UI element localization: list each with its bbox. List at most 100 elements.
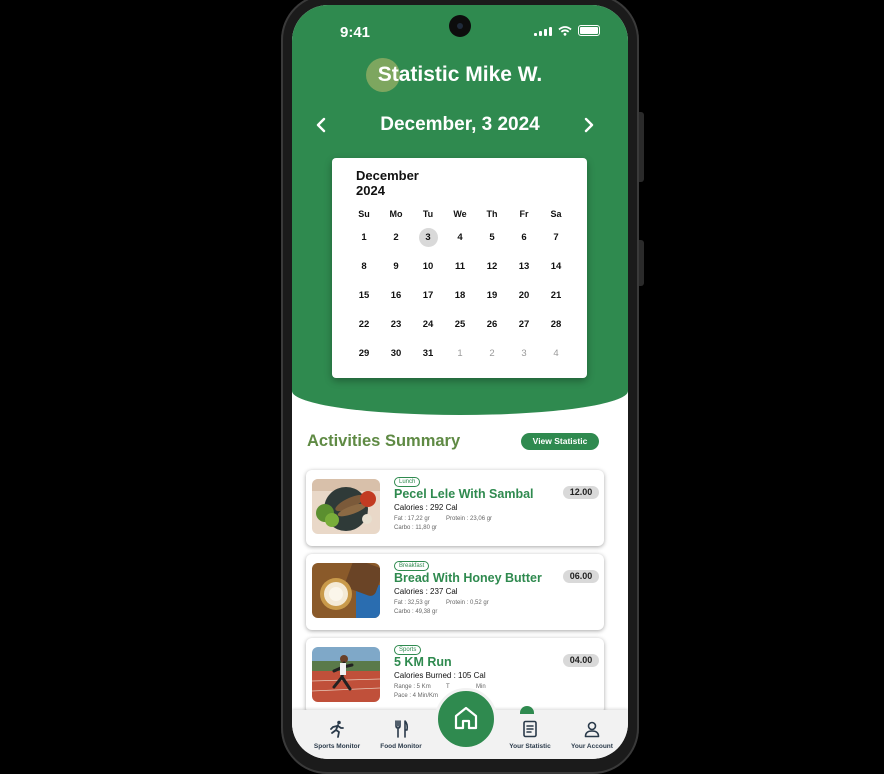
weekday-label: Sa (550, 209, 562, 219)
phone-screen: 9:41 Statistic Mike W. December, 3 2024 … (292, 5, 628, 759)
weekday-label: We (453, 209, 467, 219)
document-icon (523, 720, 537, 738)
nav-label: Sports Monitor (313, 743, 361, 750)
calendar-day[interactable]: 28 (540, 310, 572, 339)
calendar-day[interactable]: 22 (348, 310, 380, 339)
activity-carbo: Carbo : 11,80 gr (394, 525, 437, 531)
activity-calories: Calories : 292 Cal (394, 503, 458, 512)
calendar-day[interactable]: 9 (380, 252, 412, 281)
calendar-day[interactable]: 4 (444, 223, 476, 252)
calendar-day[interactable]: 20 (508, 281, 540, 310)
activity-name: Bread With Honey Butter (394, 571, 542, 585)
activity-tag: Lunch (394, 477, 421, 487)
calendar-day[interactable]: 13 (508, 252, 540, 281)
calendar-day-next-month[interactable]: 1 (444, 339, 476, 368)
calendar-day[interactable]: 31 (412, 339, 444, 368)
nav-your-statistic[interactable]: Your Statistic (497, 710, 563, 759)
calendar-day[interactable]: 14 (540, 252, 572, 281)
activity-name: 5 KM Run (394, 655, 452, 669)
calendar-day[interactable]: 17 (412, 281, 444, 310)
calendar-day[interactable]: 6 (508, 223, 540, 252)
calendar-day[interactable]: 16 (380, 281, 412, 310)
weekday-label: Tu (422, 209, 434, 219)
calendar-day[interactable]: 21 (540, 281, 572, 310)
calendar-grid: Su Mo Tu We Th Fr Sa 1 2 3 4 5 6 7 8 9 10 11 12 13 14 15 16 17 1… (348, 205, 572, 368)
activity-protein: Protein : 0,52 gr (446, 600, 489, 606)
calendar-day[interactable]: 27 (508, 310, 540, 339)
calendar-day[interactable]: 24 (412, 310, 444, 339)
chevron-right-icon[interactable] (578, 114, 600, 136)
calendar-day[interactable]: 5 (476, 223, 508, 252)
calendar-day-selected[interactable]: 3 (412, 223, 444, 252)
view-statistic-button[interactable]: View Statistic (521, 433, 599, 450)
activity-time-unit: Min (476, 684, 486, 690)
activity-pace: Pace : 4 Min/Km (394, 693, 439, 699)
active-indicator (520, 706, 534, 714)
calendar-day[interactable]: 1 (348, 223, 380, 252)
status-icons (534, 25, 600, 36)
nav-label: Your Account (571, 743, 613, 750)
nav-sports-monitor[interactable]: Sports Monitor (304, 710, 370, 759)
time-badge: 06.00 (563, 570, 599, 583)
sport-image (312, 647, 380, 702)
nav-label: Food Monitor (380, 743, 422, 750)
activity-calories: Calories Burned : 105 Cal (394, 671, 486, 680)
activity-card[interactable]: Breakfast Bread With Honey Butter Calori… (306, 554, 604, 630)
calendar-day[interactable]: 15 (348, 281, 380, 310)
home-icon (454, 706, 478, 730)
calendar-card: December 2024 Su Mo Tu We Th Fr Sa 1 2 3 4 5 6 7 8 9 10 1… (332, 158, 587, 378)
activity-tag: Sports (394, 645, 422, 655)
phone-side-button (639, 112, 644, 182)
weekday-label: Mo (389, 209, 403, 219)
activity-calories: Calories : 237 Cal (394, 587, 458, 596)
calendar-day[interactable]: 10 (412, 252, 444, 281)
weekday-label: Th (486, 209, 498, 219)
calendar-day[interactable]: 29 (348, 339, 380, 368)
calendar-day-next-month[interactable]: 3 (508, 339, 540, 368)
activity-fat: Fat : 32,53 gr (394, 600, 430, 606)
calendar-day[interactable]: 11 (444, 252, 476, 281)
signal-icon (534, 26, 552, 36)
calendar-day-next-month[interactable]: 4 (540, 339, 572, 368)
wifi-icon (558, 25, 572, 36)
phone-side-button (639, 240, 644, 286)
status-time: 9:41 (340, 24, 371, 41)
activity-range: Range : 5 Km (394, 684, 431, 690)
nav-label: Your Statistic (509, 743, 551, 750)
food-image (312, 479, 380, 534)
status-bar: 9:41 (292, 5, 628, 55)
time-badge: 04.00 (563, 654, 599, 667)
user-icon (584, 721, 600, 738)
runner-icon (330, 720, 344, 738)
activity-fat: Fat : 17,22 gr (394, 516, 430, 522)
calendar-day[interactable]: 30 (380, 339, 412, 368)
weekday-label: Su (358, 209, 370, 219)
calendar-day-next-month[interactable]: 2 (476, 339, 508, 368)
calendar-day[interactable]: 26 (476, 310, 508, 339)
calendar-day[interactable]: 8 (348, 252, 380, 281)
calendar-day[interactable]: 19 (476, 281, 508, 310)
weekday-label: Fr (519, 209, 529, 219)
activity-protein: Protein : 23,06 gr (446, 516, 493, 522)
page-title: Statistic Mike W. (377, 63, 543, 86)
activity-name: Pecel Lele With Sambal (394, 487, 534, 501)
nav-your-account[interactable]: Your Account (559, 710, 625, 759)
activity-card[interactable]: Lunch Pecel Lele With Sambal Calories : … (306, 470, 604, 546)
calendar-day[interactable]: 7 (540, 223, 572, 252)
activity-carbo: Carbo : 49,38 gr (394, 609, 438, 615)
home-button[interactable] (435, 688, 497, 750)
calendar-day[interactable]: 23 (380, 310, 412, 339)
time-badge: 12.00 (563, 486, 599, 499)
activity-time: T (446, 684, 450, 690)
calendar-day[interactable]: 2 (380, 223, 412, 252)
activities-title: Activities Summary (307, 432, 461, 450)
nav-food-monitor[interactable]: Food Monitor (368, 710, 434, 759)
date-navigator: December, 3 2024 (292, 112, 628, 138)
calendar-year: 2024 (356, 183, 385, 198)
camera-icon (449, 15, 471, 37)
calendar-day[interactable]: 12 (476, 252, 508, 281)
calendar-day[interactable]: 18 (444, 281, 476, 310)
fork-knife-icon (395, 720, 409, 738)
calendar-month: December (356, 168, 419, 183)
calendar-day[interactable]: 25 (444, 310, 476, 339)
